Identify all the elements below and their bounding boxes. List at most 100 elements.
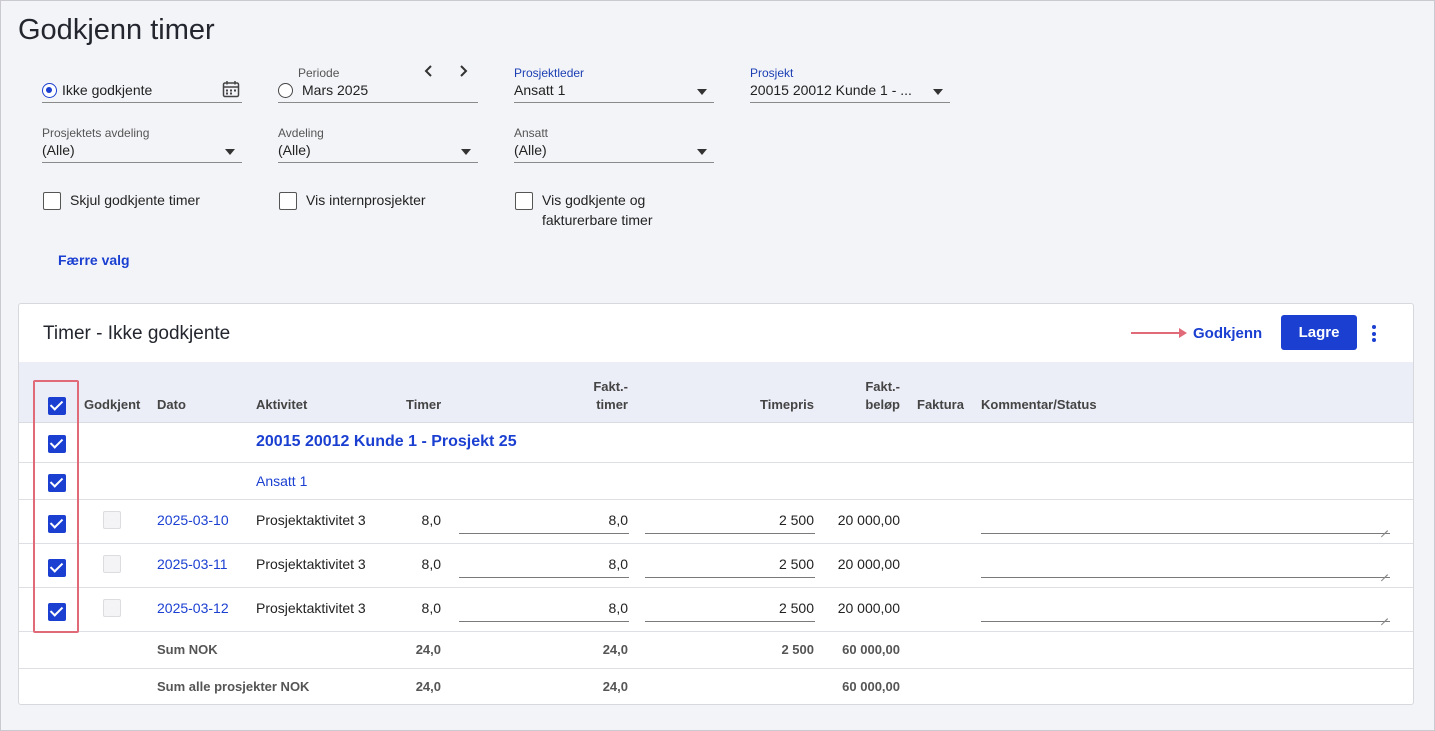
show-approved-billable-label-2: fakturerbare timer (542, 212, 653, 228)
input-underline (981, 533, 1390, 534)
chevron-right-icon[interactable] (456, 63, 470, 79)
chevron-down-icon[interactable] (461, 149, 471, 155)
period-field-underline (278, 102, 478, 103)
input-underline (981, 577, 1390, 578)
sum-all-hours: 24,0 (415, 679, 441, 694)
input-underline (645, 533, 815, 534)
row-divider (19, 543, 1413, 544)
project-group-title[interactable]: 20015 20012 Kunde 1 - Prosjekt 25 (256, 433, 517, 451)
employee-group-title[interactable]: Ansatt 1 (256, 472, 307, 490)
project-underline (750, 102, 950, 103)
header-rate[interactable]: Timepris (739, 396, 814, 413)
header-date[interactable]: Dato (157, 396, 186, 413)
department-select[interactable]: (Alle) (278, 142, 311, 158)
sum-amount: 60 000,00 (842, 642, 900, 657)
row-rate-input[interactable]: 2 500 (645, 599, 814, 617)
input-underline (459, 533, 629, 534)
project-select[interactable]: 20015 20012 Kunde 1 - ... (750, 82, 925, 98)
chevron-down-icon[interactable] (697, 89, 707, 95)
sum-all-billable-hours: 24,0 (602, 679, 628, 694)
row-billable-hours-input[interactable]: 8,0 (459, 555, 628, 573)
row-date-link[interactable]: 2025-03-12 (157, 599, 229, 617)
header-billable-hours-1[interactable]: Fakt.- (579, 378, 628, 395)
resize-handle-icon[interactable] (1381, 612, 1388, 619)
sum-all-amount: 60 000,00 (842, 679, 900, 694)
row-comment-textarea[interactable] (981, 509, 1390, 534)
fewer-options-button[interactable]: Færre valg (58, 252, 130, 268)
row-billable-hours-input[interactable]: 8,0 (459, 511, 628, 529)
status-option-label: Ikke godkjente (62, 82, 153, 98)
save-button[interactable]: Lagre (1281, 315, 1357, 350)
show-internal-checkbox[interactable] (279, 192, 297, 210)
row-activity: Prosjektaktivitet 3 (256, 512, 366, 528)
row-approved-checkbox[interactable] (103, 511, 121, 529)
status-field-underline (42, 102, 242, 103)
row-divider (19, 499, 1413, 500)
header-billable-hours-2[interactable]: timer (579, 396, 628, 413)
hide-approved-checkbox[interactable] (43, 192, 61, 210)
input-underline (645, 621, 815, 622)
header-activity[interactable]: Aktivitet (256, 396, 307, 413)
employee-select[interactable]: (Alle) (514, 142, 547, 158)
project-manager-label: Prosjektleder (514, 66, 585, 80)
header-comment[interactable]: Kommentar/Status (981, 396, 1097, 413)
row-comment-textarea[interactable] (981, 597, 1390, 622)
status-radio-selected[interactable] (42, 83, 57, 98)
approve-button[interactable]: Godkjenn (1193, 325, 1262, 342)
sum-all-label: Sum alle prosjekter NOK (157, 679, 310, 694)
resize-handle-icon[interactable] (1381, 524, 1388, 531)
input-underline (981, 621, 1390, 622)
header-hours[interactable]: Timer (406, 396, 441, 413)
project-department-select[interactable]: (Alle) (42, 142, 75, 158)
show-approved-billable-label-1: Vis godkjente og (542, 192, 646, 208)
row-rate-input[interactable]: 2 500 (645, 555, 814, 573)
project-manager-underline (514, 102, 714, 103)
row-amount: 20 000,00 (837, 600, 900, 616)
header-approved[interactable]: Godkjent (84, 396, 140, 413)
row-hours: 8,0 (421, 512, 441, 528)
row-date-link[interactable]: 2025-03-11 (157, 555, 228, 573)
period-label: Periode (298, 66, 340, 80)
sum-label: Sum NOK (157, 642, 218, 657)
panel-title: Timer - Ikke godkjente (43, 323, 231, 344)
row-approved-checkbox[interactable] (103, 555, 121, 573)
period-radio[interactable] (278, 83, 293, 98)
calendar-icon[interactable] (222, 80, 240, 98)
employee-underline (514, 162, 714, 163)
row-comment-textarea[interactable] (981, 553, 1390, 578)
header-billable-amount-2[interactable]: beløp (849, 396, 900, 413)
row-divider (19, 587, 1413, 588)
input-underline (459, 577, 629, 578)
row-activity: Prosjektaktivitet 3 (256, 556, 366, 572)
row-rate-input[interactable]: 2 500 (645, 511, 814, 529)
row-divider (19, 668, 1413, 669)
row-amount: 20 000,00 (837, 556, 900, 572)
header-invoice[interactable]: Faktura (917, 396, 964, 413)
chevron-left-icon[interactable] (422, 63, 436, 79)
project-manager-select[interactable]: Ansatt 1 (514, 82, 565, 98)
checkbox-column-highlight (33, 380, 79, 633)
show-approved-billable-checkbox[interactable] (515, 192, 533, 210)
show-internal-label: Vis internprosjekter (306, 192, 426, 208)
department-underline (278, 162, 478, 163)
row-billable-hours-input[interactable]: 8,0 (459, 599, 628, 617)
more-options-icon[interactable] (1372, 325, 1376, 345)
row-hours: 8,0 (421, 600, 441, 616)
row-date-link[interactable]: 2025-03-10 (157, 511, 229, 529)
row-activity: Prosjektaktivitet 3 (256, 600, 366, 616)
timesheet-panel: Timer - Ikke godkjente Godkjenn Lagre Go… (18, 303, 1414, 705)
project-department-underline (42, 162, 242, 163)
annotation-arrow-line (1131, 332, 1183, 334)
chevron-down-icon[interactable] (933, 89, 943, 95)
row-approved-checkbox[interactable] (103, 599, 121, 617)
resize-handle-icon[interactable] (1381, 568, 1388, 575)
chevron-down-icon[interactable] (697, 149, 707, 155)
sum-hours: 24,0 (415, 642, 441, 657)
header-billable-amount-1[interactable]: Fakt.- (849, 378, 900, 395)
project-label: Prosjekt (750, 66, 794, 80)
row-divider (19, 462, 1413, 463)
chevron-down-icon[interactable] (225, 149, 235, 155)
sum-rate: 2 500 (781, 642, 814, 657)
project-department-label: Prosjektets avdeling (42, 126, 150, 140)
input-underline (645, 577, 815, 578)
